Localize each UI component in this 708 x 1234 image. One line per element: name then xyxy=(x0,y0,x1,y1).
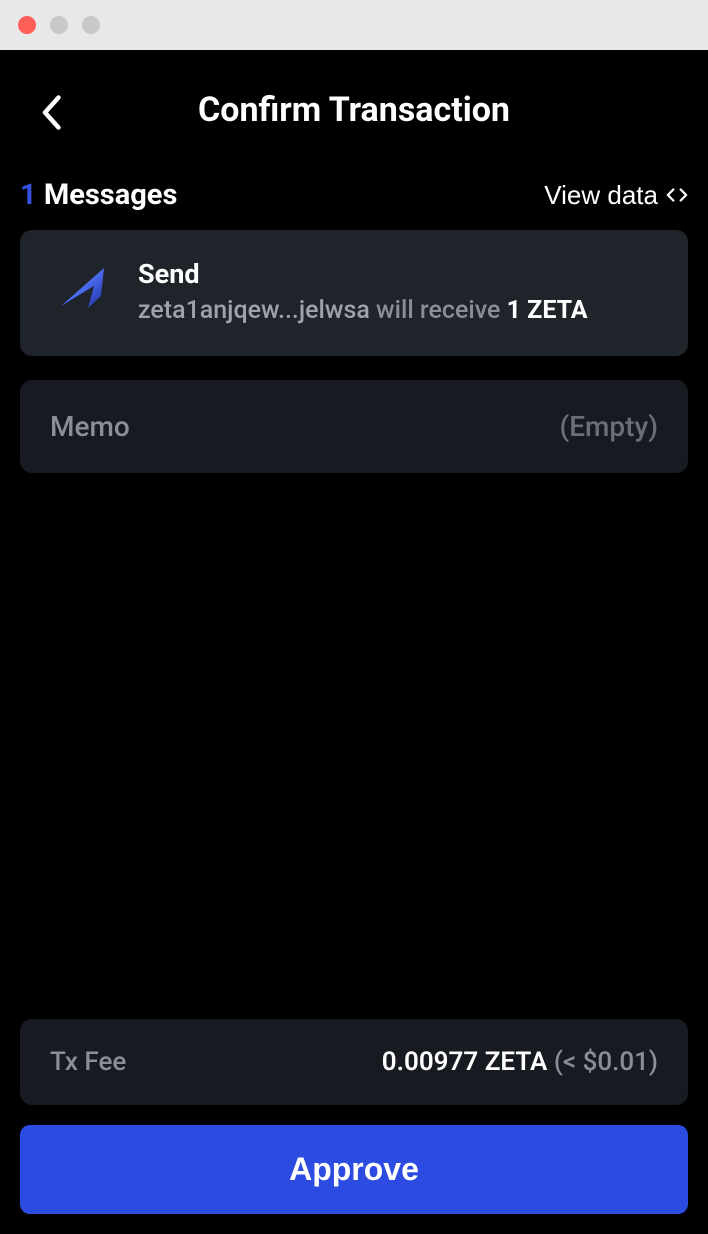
header: Confirm Transaction xyxy=(20,50,688,178)
tx-fee-value: 0.00977 ZETA (< $0.01) xyxy=(382,1047,658,1077)
messages-row: 1 Messages View data xyxy=(20,178,688,230)
tx-fee-label: Tx Fee xyxy=(50,1047,126,1077)
send-message-card[interactable]: Send zeta1anjqew...jelwsa will receive 1… xyxy=(20,230,688,356)
code-icon xyxy=(666,184,688,206)
chevron-left-icon xyxy=(40,95,62,131)
memo-value: (Empty) xyxy=(560,410,658,443)
app-container: Confirm Transaction 1 Messages View data xyxy=(0,50,708,1234)
messages-label-group: 1 Messages xyxy=(20,178,177,212)
send-unit: ZETA xyxy=(527,296,587,325)
send-amount: 1 xyxy=(507,296,521,325)
receive-verb: will receive xyxy=(370,296,507,325)
fee-value-usd: (< $0.01) xyxy=(554,1047,658,1077)
approve-button[interactable]: Approve xyxy=(20,1125,688,1214)
messages-count: 1 xyxy=(20,178,37,212)
send-card-description: zeta1anjqew...jelwsa will receive 1 ZETA xyxy=(138,294,662,328)
approve-label: Approve xyxy=(289,1151,419,1187)
window-titlebar xyxy=(0,0,708,50)
messages-label: Messages xyxy=(37,178,178,212)
spacer xyxy=(20,473,688,1019)
send-card-content: Send zeta1anjqew...jelwsa will receive 1… xyxy=(138,258,662,328)
zeta-token-icon xyxy=(46,258,116,328)
page-title: Confirm Transaction xyxy=(198,90,510,130)
recipient-address: zeta1anjqew...jelwsa xyxy=(138,296,370,325)
memo-label: Memo xyxy=(50,410,130,443)
maximize-window-button[interactable] xyxy=(82,16,100,34)
view-data-button[interactable]: View data xyxy=(544,180,688,211)
view-data-label: View data xyxy=(544,180,658,211)
token-icon-svg xyxy=(46,258,116,328)
close-window-button[interactable] xyxy=(18,16,36,34)
tx-fee-card[interactable]: Tx Fee 0.00977 ZETA (< $0.01) xyxy=(20,1019,688,1105)
minimize-window-button[interactable] xyxy=(50,16,68,34)
memo-card[interactable]: Memo (Empty) xyxy=(20,380,688,473)
fee-value-main: 0.00977 ZETA xyxy=(382,1047,554,1077)
back-button[interactable] xyxy=(40,95,62,134)
send-card-title: Send xyxy=(138,258,662,290)
